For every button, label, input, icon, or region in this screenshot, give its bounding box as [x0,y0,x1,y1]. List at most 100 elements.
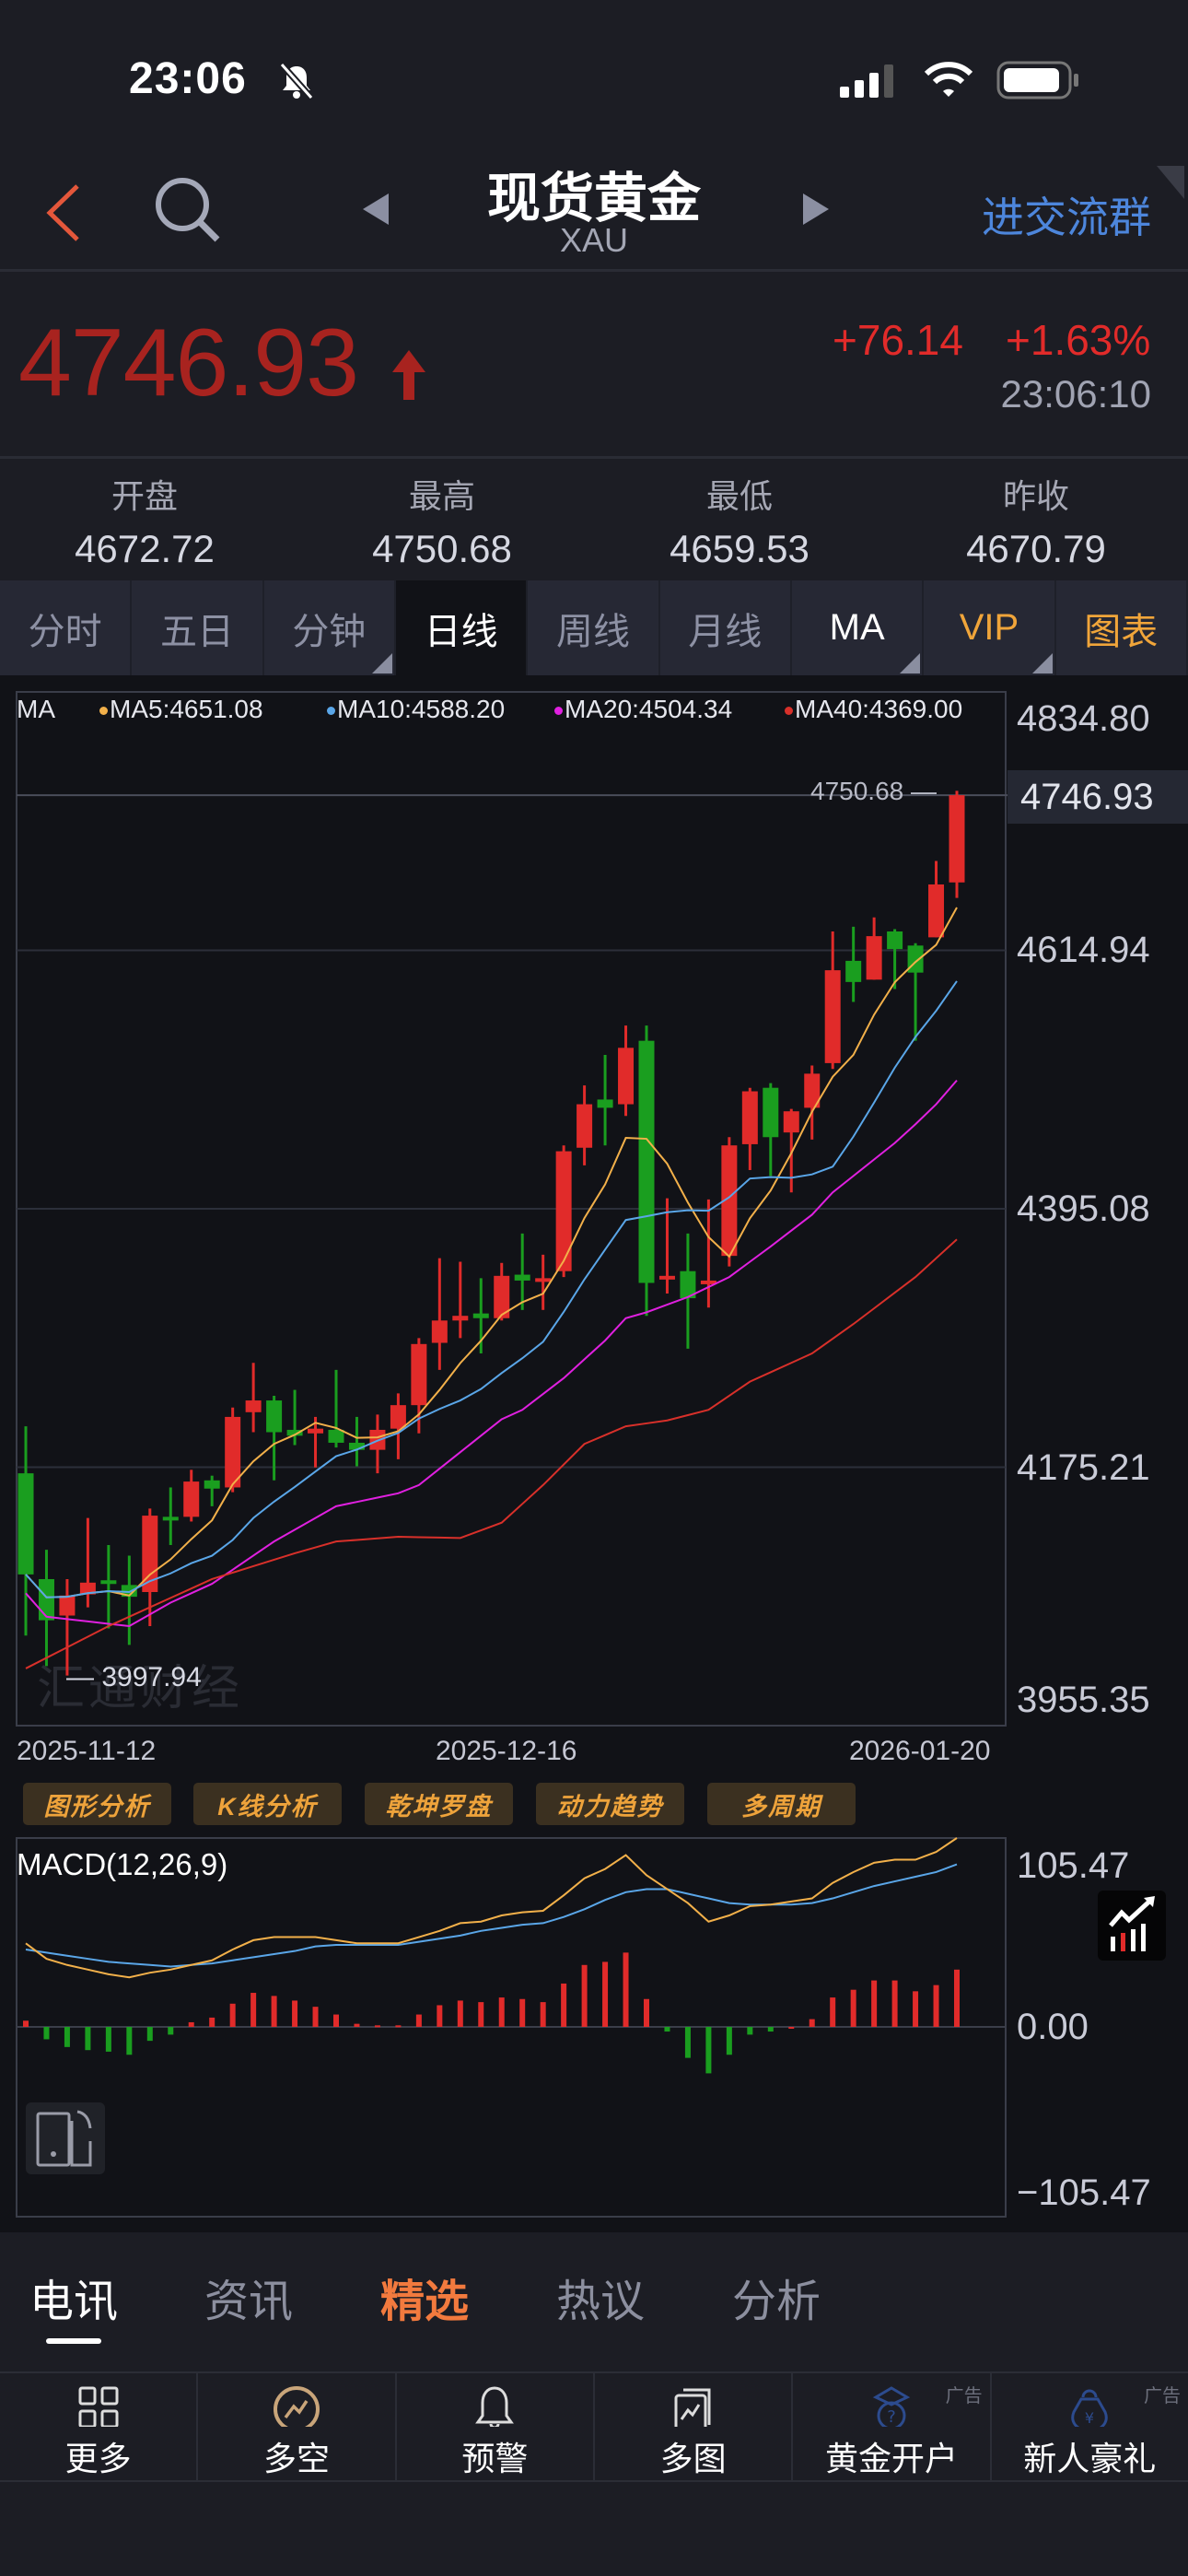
macd-histogram-bar [229,2003,236,2027]
tab-five-day[interactable]: 五日 [132,580,264,675]
news-tab-discussion[interactable]: 热议 [556,2265,645,2329]
macd-histogram-bar [830,1997,836,2027]
toolbar-more[interactable]: 更多 [0,2373,199,2480]
indicator-switch-button[interactable] [1098,1891,1166,1961]
candle-body [597,1099,613,1108]
news-tab-analysis[interactable]: 分析 [732,2265,821,2329]
join-group-link[interactable]: 进交流群 [982,184,1151,245]
tab-label: 周线 [555,611,630,652]
next-symbol-arrow[interactable] [801,192,831,227]
candle-body [577,1104,593,1148]
candle-body [658,1275,675,1280]
y-axis-label: 4834.80 [1017,698,1150,739]
news-tab-featured[interactable]: 精选 [380,2265,469,2329]
candle-body [866,936,882,980]
toolbar-gold-account[interactable]: 广告 ? 黄金开户 [793,2373,992,2480]
multi-chart-icon [674,2388,711,2427]
macd-title: MACD(12,26,9) [17,1847,228,1881]
toolbar-long-short[interactable]: 多空 [198,2373,397,2480]
tab-monthly[interactable]: 月线 [660,580,792,675]
tab-label: VIP [959,607,1019,648]
candle-body [845,960,862,982]
candle-body [411,1343,427,1406]
macd-histogram-bar [705,2027,712,2074]
macd-histogram-bar [64,2027,70,2047]
candle-body [431,1320,448,1343]
macd-histogram-bar [105,2027,111,2052]
macd-histogram-bar [478,2002,484,2027]
tab-intraday[interactable]: 分时 [0,580,133,675]
news-tab-info[interactable]: 资讯 [204,2265,293,2329]
candle-body [390,1405,406,1429]
ohlc-value: 4672.72 [75,527,215,570]
candle-body [741,1091,758,1144]
momentum-trend-button[interactable]: 动力趋势 [536,1783,684,1825]
macd-histogram-bar [209,2017,215,2027]
macd-histogram-bar [312,2007,319,2027]
candle-body [17,1473,34,1575]
news-tab-flash[interactable]: 电讯 [29,2265,118,2329]
ma40-line [25,1238,958,1669]
toolbar-label: 黄金开户 [824,2440,958,2477]
tab-weekly[interactable]: 周线 [528,580,660,675]
macd-chart[interactable] [0,1833,1013,2225]
tab-ma[interactable]: MA [792,580,925,675]
rotate-screen-button[interactable] [26,2102,105,2174]
candle-body [928,884,945,938]
dropdown-corner-icon [900,653,921,673]
candle-body [328,1429,344,1443]
toolbar-multi-chart[interactable]: 多图 [595,2373,794,2480]
corner-tag-icon [1157,166,1184,199]
ohlc-value: 4659.53 [670,527,809,570]
macd-histogram-bar [271,1996,277,2027]
macd-histogram-bar [168,2027,174,2035]
ma10-line [25,980,958,1598]
kline-analysis-button[interactable]: K线分析 [193,1783,342,1825]
tab-label: 日线 [424,611,498,652]
ad-tag: 广告 [945,2386,983,2406]
macd-histogram-bar [457,2000,463,2027]
active-tab-underline [46,2338,101,2344]
x-axis-date: 2025-11-12 [17,1736,157,1766]
candle-body [452,1316,469,1321]
ohlc-prev-close: 昨收 4670.79 [889,470,1183,571]
x-axis-date: 2025-12-16 [436,1736,577,1766]
app-screen: 23:06 现货黄金 XAU 进交流群 4746.93 +76.14 +1.63… [0,0,1188,2576]
macd-histogram-bar [850,1989,856,2027]
candle-body [162,1516,179,1521]
divider [0,456,1188,459]
macd-histogram-bar [933,1985,939,2027]
candlestick-chart[interactable] [0,675,1188,1744]
ohlc-value: 4670.79 [966,527,1106,570]
gift-bag-icon: ¥ [1071,2389,1108,2427]
tab-label: 五日 [159,611,234,652]
macd-histogram-bar [809,2019,815,2027]
pattern-analysis-button[interactable]: 图形分析 [23,1783,171,1825]
legend-ma40-text: MA40:4369.00 [795,695,963,723]
multi-period-button[interactable]: 多周期 [707,1783,856,1825]
toolbar-alert[interactable]: 预警 [397,2373,595,2480]
toolbar-new-user-gift[interactable]: 广告 ¥ 新人豪礼 [992,2373,1188,2480]
tab-daily[interactable]: 日线 [395,580,529,675]
news-tabs: 电讯 资讯 精选 热议 分析 [0,2233,1188,2368]
legend-ma20: MA20:4504.34 [554,695,732,724]
ohlc-label: 昨收 [1002,477,1069,515]
grid-icon [78,2386,119,2427]
tab-label: MA [829,607,885,648]
tab-minute[interactable]: 分钟 [264,580,396,675]
macd-histogram-bar [188,2021,194,2027]
ma40-dot-icon [785,707,793,716]
candle-body [535,1278,552,1282]
compass-button[interactable]: 乾坤罗盘 [365,1783,513,1825]
macd-histogram-bar [498,1997,505,2027]
candle-body [245,1400,262,1412]
tab-label: 图表 [1084,611,1159,652]
ohlc-label: 最高 [408,477,475,515]
toolbar-label: 新人豪礼 [1023,2440,1157,2477]
tab-chart[interactable]: 图表 [1056,580,1188,675]
period-tabs: 分时 五日 分钟 日线 周线 月线 MA VIP 图表 [0,580,1188,675]
tab-vip[interactable]: VIP [924,580,1056,675]
current-price: 4746.93 [18,310,359,416]
macd-histogram-bar [954,1969,960,2027]
up-arrow-icon [392,350,425,400]
